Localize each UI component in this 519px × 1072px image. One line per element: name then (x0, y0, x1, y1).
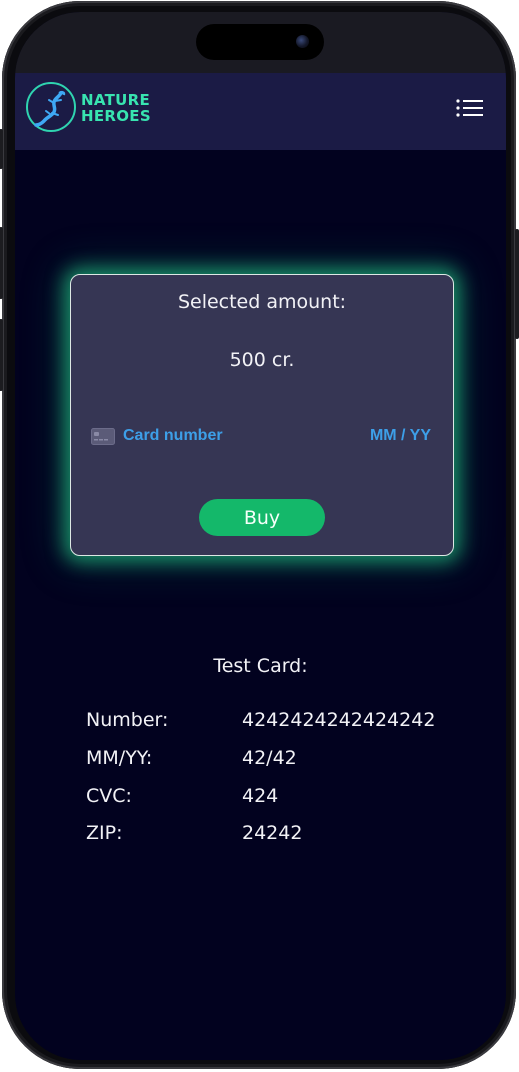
power-button (515, 229, 519, 339)
test-card-label: Number: (86, 709, 169, 731)
list-menu-icon (456, 99, 483, 117)
test-card-label: ZIP: (86, 822, 123, 844)
test-card-label: MM/YY: (86, 747, 153, 769)
test-card-title: Test Card: (213, 655, 308, 677)
test-card-row-number: Number: 4242424242424242 (86, 709, 486, 735)
brand-line-2: HEROES (81, 107, 151, 125)
dynamic-island (196, 24, 324, 60)
screen: NATURE HEROES Selected amount: 500 cr. C… (15, 12, 506, 1060)
test-card-row-cvc: CVC: 424 (86, 785, 486, 811)
test-card-label: CVC: (86, 785, 132, 807)
volume-up-button (0, 227, 3, 299)
card-input-field[interactable]: Card number MM / YY (89, 423, 431, 451)
test-card-row-zip: ZIP: 24242 (86, 822, 486, 848)
phone-frame: NATURE HEROES Selected amount: 500 cr. C… (0, 1, 519, 1069)
credit-card-icon (91, 428, 115, 445)
volume-down-button (0, 319, 3, 391)
brand-line-1: NATURE (81, 91, 151, 109)
selected-amount-label: Selected amount: (177, 291, 347, 313)
test-card-value: 24242 (242, 822, 303, 844)
card-number-placeholder[interactable]: Card number (123, 427, 223, 445)
lizard-logo-icon[interactable] (25, 81, 77, 133)
action-button (0, 129, 3, 169)
brand-name[interactable]: NATURE HEROES (81, 92, 151, 124)
menu-button[interactable] (455, 97, 487, 123)
test-card-value: 42/42 (242, 747, 297, 769)
selected-amount-value: 500 cr. (229, 349, 295, 371)
camera-icon (296, 35, 309, 48)
payment-panel: Selected amount: 500 cr. Card number MM … (70, 274, 454, 556)
test-card-value: 424 (242, 785, 279, 807)
expiry-placeholder[interactable]: MM / YY (370, 427, 431, 445)
test-card-row-expiry: MM/YY: 42/42 (86, 747, 486, 773)
status-bar (15, 12, 506, 73)
buy-button[interactable]: Buy (199, 499, 325, 536)
navbar: NATURE HEROES (15, 73, 506, 150)
test-card-value: 4242424242424242 (242, 709, 436, 731)
